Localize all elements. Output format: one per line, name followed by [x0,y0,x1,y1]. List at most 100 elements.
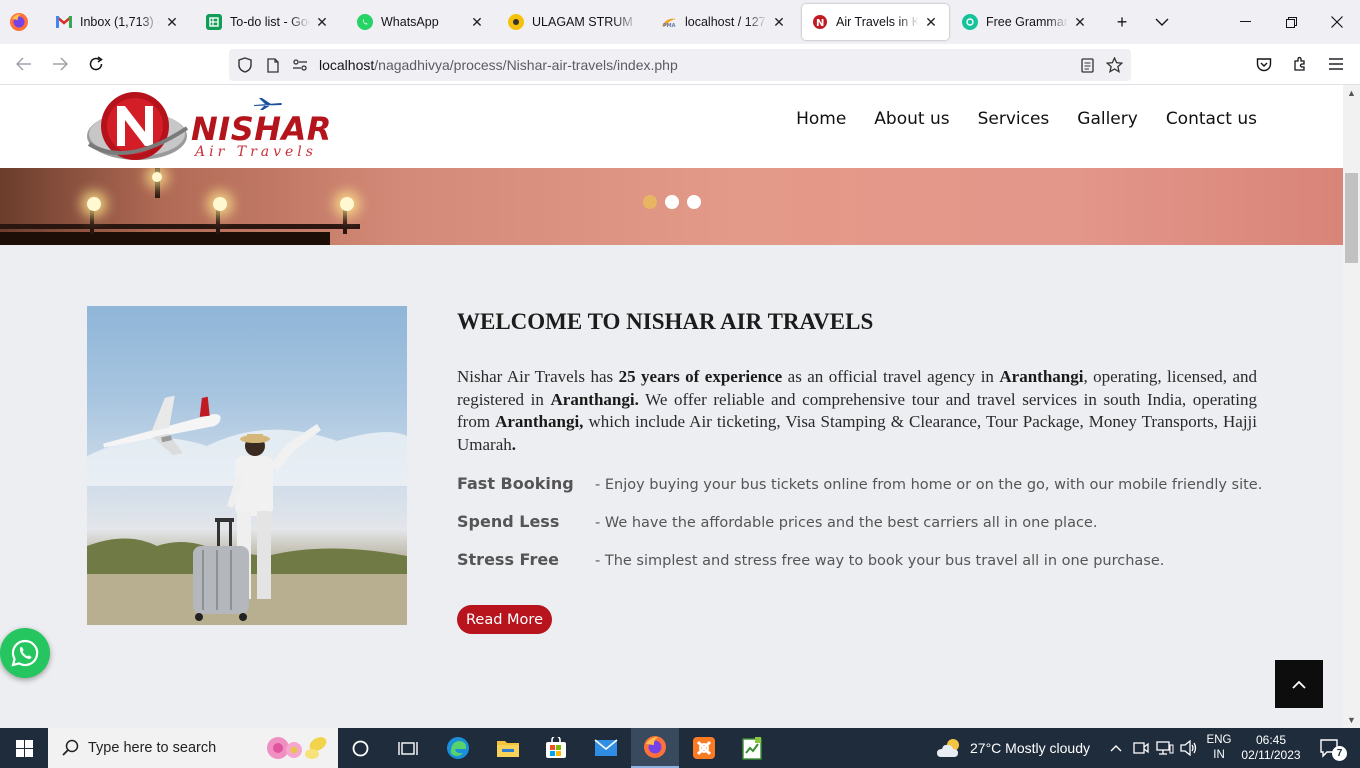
scrollbar-thumb[interactable] [1345,173,1358,263]
tab-gmail[interactable]: Inbox (1,713) - wo ✕ [46,4,190,40]
whatsapp-icon [11,639,39,667]
notepad-plus-plus-icon[interactable] [728,728,776,768]
forward-icon[interactable] [48,52,72,76]
windows-logo-icon [15,739,33,757]
menu-about-us[interactable]: About us [860,109,963,129]
file-explorer-icon[interactable] [484,728,532,768]
close-tab-icon[interactable]: ✕ [164,14,180,30]
url-text[interactable]: localhost/nagadhivya/process/Nishar-air-… [319,57,678,73]
slider-dots [643,195,701,209]
tab-title: WhatsApp [381,15,439,29]
start-button[interactable] [0,728,48,768]
welcome-title: WELCOME TO NISHAR AIR TRAVELS [457,309,874,334]
back-icon[interactable] [12,52,36,76]
close-tab-icon[interactable]: ✕ [314,14,330,30]
xampp-icon[interactable] [680,728,728,768]
close-tab-icon[interactable]: ✕ [923,14,939,30]
windows-taskbar: Type here to search 27°C Mostly cloudy E… [0,728,1360,768]
ulagam-icon [508,14,524,30]
show-hidden-icons-chevron-up-icon[interactable] [1104,728,1128,768]
weather-cloudy-icon[interactable] [930,728,970,768]
tab-title: Inbox (1,713) - wo [80,15,160,29]
logo-name: NISHAR [191,110,332,148]
logo-tagline: Air Travels [195,144,317,160]
firefox-taskbar-icon[interactable] [631,728,679,768]
close-window-icon[interactable] [1314,0,1360,44]
volume-icon[interactable] [1178,728,1200,768]
slider-dot-1[interactable] [643,195,657,209]
slider-dot-3[interactable] [687,195,701,209]
read-more-button[interactable]: Read More [457,605,552,634]
language-indicator[interactable]: ENG IN [1202,733,1236,763]
whatsapp-float-button[interactable] [0,628,50,678]
scroll-up-arrow-icon[interactable]: ▲ [1343,85,1360,101]
edge-icon[interactable] [434,728,482,768]
tab-air-travels[interactable]: N Air Travels in Kara ✕ [802,4,949,40]
search-placeholder: Type here to search [88,740,217,756]
intro-bold: 25 years of experience [618,367,783,386]
firefox-menu-icon[interactable] [8,11,30,33]
pocket-icon[interactable] [1252,52,1276,76]
bookmark-star-icon[interactable] [1105,56,1123,74]
feature-description: - Enjoy buying your bus tickets online f… [595,477,1263,493]
menu-gallery[interactable]: Gallery [1063,109,1152,129]
reload-icon[interactable] [84,52,108,76]
traveler-airplane-image [87,306,407,625]
list-all-tabs-icon[interactable] [1150,10,1174,34]
tab-phpmyadmin[interactable]: PMA localhost / 127.0.0 ✕ [651,4,797,40]
tab-title: localhost / 127.0.0 [685,15,767,29]
cortana-icon[interactable] [336,728,384,768]
url-bar[interactable]: localhost/nagadhivya/process/Nishar-air-… [229,49,1131,81]
tab-title: ULAGAM STRUM [532,15,633,29]
gmail-icon [56,14,72,30]
permissions-icon[interactable] [291,56,309,74]
page-scrollbar[interactable]: ▲ ▼ [1343,85,1360,728]
close-tab-icon[interactable]: ✕ [771,14,787,30]
light-pole [343,208,347,234]
microsoft-store-icon[interactable] [532,728,580,768]
flowers-decoration-icon [267,737,327,759]
nishar-logo[interactable]: NISHAR Air Travels [87,88,347,166]
page-viewport: NISHAR Air Travels Home About us Service… [0,85,1343,728]
feature-fast-booking: Fast Booking - Enjoy buying your bus tick… [457,474,1262,493]
close-tab-icon[interactable]: ✕ [1072,14,1088,30]
taskbar-search-box[interactable]: Type here to search [48,728,338,768]
extensions-icon[interactable] [1288,52,1312,76]
menu-contact-us[interactable]: Contact us [1152,109,1257,129]
tab-todo-list[interactable]: To-do list - Google ✕ [196,4,340,40]
menu-services[interactable]: Services [964,109,1064,129]
maximize-icon[interactable] [1268,0,1314,44]
new-tab-icon[interactable]: + [1110,10,1134,34]
nishar-emblem-icon [87,92,189,160]
main-menu: Home About us Services Gallery Contact u… [782,109,1257,129]
meet-now-icon[interactable] [1130,728,1152,768]
whatsapp-icon [357,14,373,30]
intro-paragraph: Nishar Air Travels has 25 years of exper… [457,366,1257,456]
menu-home[interactable]: Home [782,109,860,129]
hero-slider [0,168,1343,245]
network-icon[interactable] [1154,728,1176,768]
light-pole [90,208,94,234]
tab-ulagam[interactable]: ULAGAM STRUM [498,4,650,40]
reader-view-icon[interactable] [1078,56,1096,74]
phpmyadmin-icon: PMA [661,14,677,30]
scroll-down-arrow-icon[interactable]: ▼ [1343,712,1360,728]
shield-icon[interactable] [236,56,254,74]
close-tab-icon[interactable]: ✕ [469,14,485,30]
minimize-icon[interactable] [1222,0,1268,44]
page-info-icon[interactable] [264,56,282,74]
clock-date: 02/11/2023 [1241,748,1301,762]
hamburger-menu-icon[interactable] [1324,52,1348,76]
mail-icon[interactable] [582,728,630,768]
tab-grammar[interactable]: Free Grammar Ch ✕ [952,4,1098,40]
weather-text[interactable]: 27°C Mostly cloudy [970,740,1090,756]
task-view-icon[interactable] [384,728,432,768]
airplane-icon [254,98,282,110]
svg-text:PMA: PMA [663,23,676,28]
notifications-icon[interactable]: 7 [1310,728,1350,768]
scroll-to-top-button[interactable] [1275,660,1323,708]
tab-whatsapp[interactable]: WhatsApp ✕ [347,4,495,40]
slider-dot-2[interactable] [665,195,679,209]
tab-title: To-do list - Google [230,15,310,29]
clock[interactable]: 06:45 02/11/2023 [1240,733,1302,763]
